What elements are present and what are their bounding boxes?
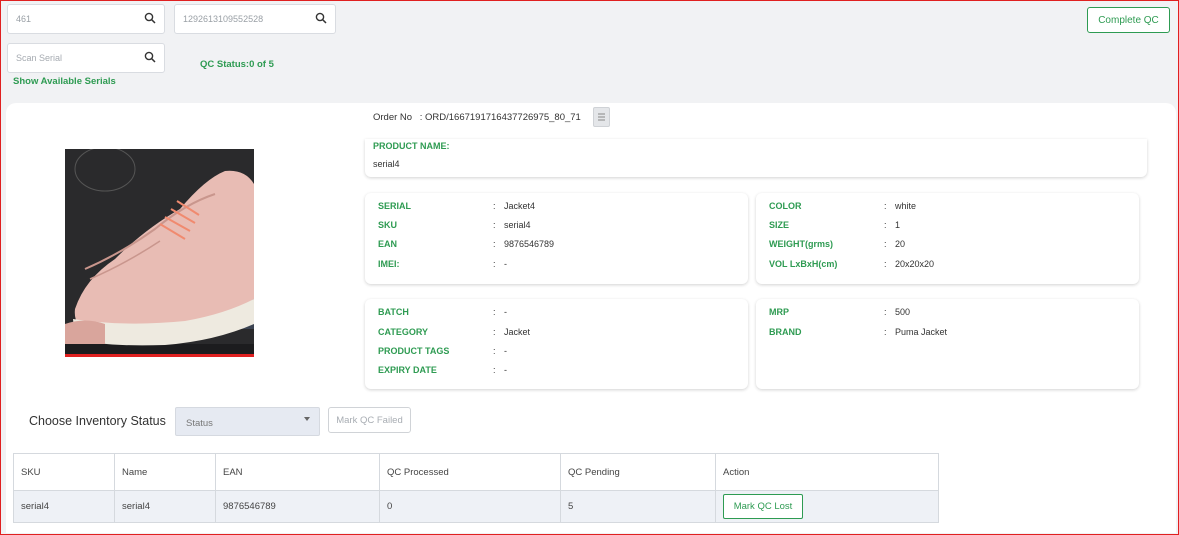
detail-value: - <box>504 365 507 375</box>
order-number-value: ORD/1667191716437726975_80_71 <box>425 112 581 123</box>
detail-value: Jacket <box>504 327 531 337</box>
table-header-row: SKU Name EAN QC Processed QC Pending Act… <box>13 453 939 491</box>
detail-value: serial4 <box>504 220 531 230</box>
detail-label: SIZE <box>769 220 790 230</box>
detail-label: MRP <box>769 307 789 317</box>
copy-icon <box>598 113 605 121</box>
detail-colon: : <box>493 220 496 230</box>
detail-value: - <box>504 259 507 269</box>
detail-value: 20 <box>895 239 906 249</box>
detail-label: WEIGHT(grms) <box>769 239 833 249</box>
chevron-down-icon <box>304 417 310 421</box>
detail-colon: : <box>884 239 887 249</box>
cell-sku: serial4 <box>13 490 115 523</box>
details-card-identifiers: SERIAL : Jacket4 SKU : serial4 EAN : 987… <box>365 193 748 284</box>
detail-colon: : <box>493 239 496 249</box>
detail-value: 20x20x20 <box>895 259 935 269</box>
detail-label: CATEGORY <box>378 327 429 337</box>
detail-value: Puma Jacket <box>895 327 948 337</box>
order-search-box[interactable] <box>7 4 165 34</box>
mark-qc-failed-button[interactable]: Mark QC Failed <box>328 407 411 433</box>
product-name-label: PRODUCT NAME: <box>373 141 450 151</box>
detail-value: white <box>895 201 917 211</box>
detail-label: EAN <box>378 239 398 249</box>
inventory-status-label: Choose Inventory Status <box>29 414 166 428</box>
inventory-status-value: Status <box>186 418 213 429</box>
detail-value: - <box>504 346 507 356</box>
cell-qc-processed: 0 <box>379 490 561 523</box>
detail-label: COLOR <box>769 201 802 211</box>
detail-colon: : <box>884 307 887 317</box>
column-header-qc-pending: QC Pending <box>560 453 716 491</box>
ean-search-input[interactable] <box>183 5 307 33</box>
ean-search-box[interactable] <box>174 4 336 34</box>
table-row: serial4 serial4 9876546789 0 5 Mark QC L… <box>13 490 939 523</box>
detail-colon: : <box>884 220 887 230</box>
detail-label: BATCH <box>378 307 409 317</box>
show-available-serials-link[interactable]: Show Available Serials <box>13 76 116 87</box>
details-card-pricing: MRP : 500 BRAND : Puma Jacket <box>756 299 1139 389</box>
detail-colon: : <box>884 327 887 337</box>
mark-qc-lost-button[interactable]: Mark QC Lost <box>723 494 803 519</box>
detail-label: PRODUCT TAGS <box>378 346 450 356</box>
detail-value: 500 <box>895 307 911 317</box>
product-name-card: PRODUCT NAME: serial4 <box>365 139 1147 177</box>
detail-colon: : <box>493 346 496 356</box>
cell-action: Mark QC Lost <box>715 490 939 523</box>
order-number-separator: : <box>419 112 423 123</box>
column-header-name: Name <box>114 453 216 491</box>
detail-label: SERIAL <box>378 201 412 211</box>
detail-value: 1 <box>895 220 901 230</box>
scan-serial-input[interactable] <box>16 44 136 72</box>
order-number-label: Order No <box>373 112 413 123</box>
column-header-ean: EAN <box>215 453 380 491</box>
column-header-qc-processed: QC Processed <box>379 453 561 491</box>
detail-colon: : <box>493 365 496 375</box>
search-icon[interactable] <box>315 12 327 24</box>
order-search-input[interactable] <box>16 5 136 33</box>
shoe-illustration <box>65 149 254 357</box>
search-icon[interactable] <box>144 12 156 24</box>
detail-colon: : <box>493 259 496 269</box>
complete-qc-button[interactable]: Complete QC <box>1087 7 1170 33</box>
detail-value: - <box>504 307 507 317</box>
detail-colon: : <box>493 307 496 317</box>
search-icon[interactable] <box>144 51 156 63</box>
detail-label: VOL LxBxH(cm) <box>769 259 838 269</box>
qc-table: SKU Name EAN QC Processed QC Pending Act… <box>13 453 939 523</box>
column-header-action: Action <box>715 453 939 491</box>
detail-value: 9876546789 <box>504 239 555 249</box>
scan-serial-box[interactable] <box>7 43 165 73</box>
cell-ean: 9876546789 <box>215 490 380 523</box>
qc-status-text: QC Status:0 of 5 <box>200 59 274 70</box>
detail-label: IMEI: <box>378 259 400 269</box>
detail-colon: : <box>884 259 887 269</box>
inventory-status-select[interactable]: Status <box>175 407 320 436</box>
cell-qc-pending: 5 <box>560 490 716 523</box>
product-name-value: serial4 <box>373 159 400 169</box>
detail-label: BRAND <box>769 327 802 337</box>
order-number: Order No : ORD/1667191716437726975_80_71 <box>373 112 581 123</box>
product-image <box>65 149 254 357</box>
detail-value: Jacket4 <box>504 201 536 211</box>
detail-colon: : <box>884 201 887 211</box>
details-card-attributes: COLOR : white SIZE : 1 WEIGHT(grms) : 20… <box>756 193 1139 284</box>
detail-colon: : <box>493 327 496 337</box>
detail-label: SKU <box>378 220 398 230</box>
cell-name: serial4 <box>114 490 216 523</box>
details-card-batch: BATCH : - CATEGORY : Jacket PRODUCT TAGS… <box>365 299 748 389</box>
column-header-sku: SKU <box>13 453 115 491</box>
copy-order-button[interactable] <box>593 107 610 127</box>
detail-colon: : <box>493 201 496 211</box>
detail-label: EXPIRY DATE <box>378 365 437 375</box>
